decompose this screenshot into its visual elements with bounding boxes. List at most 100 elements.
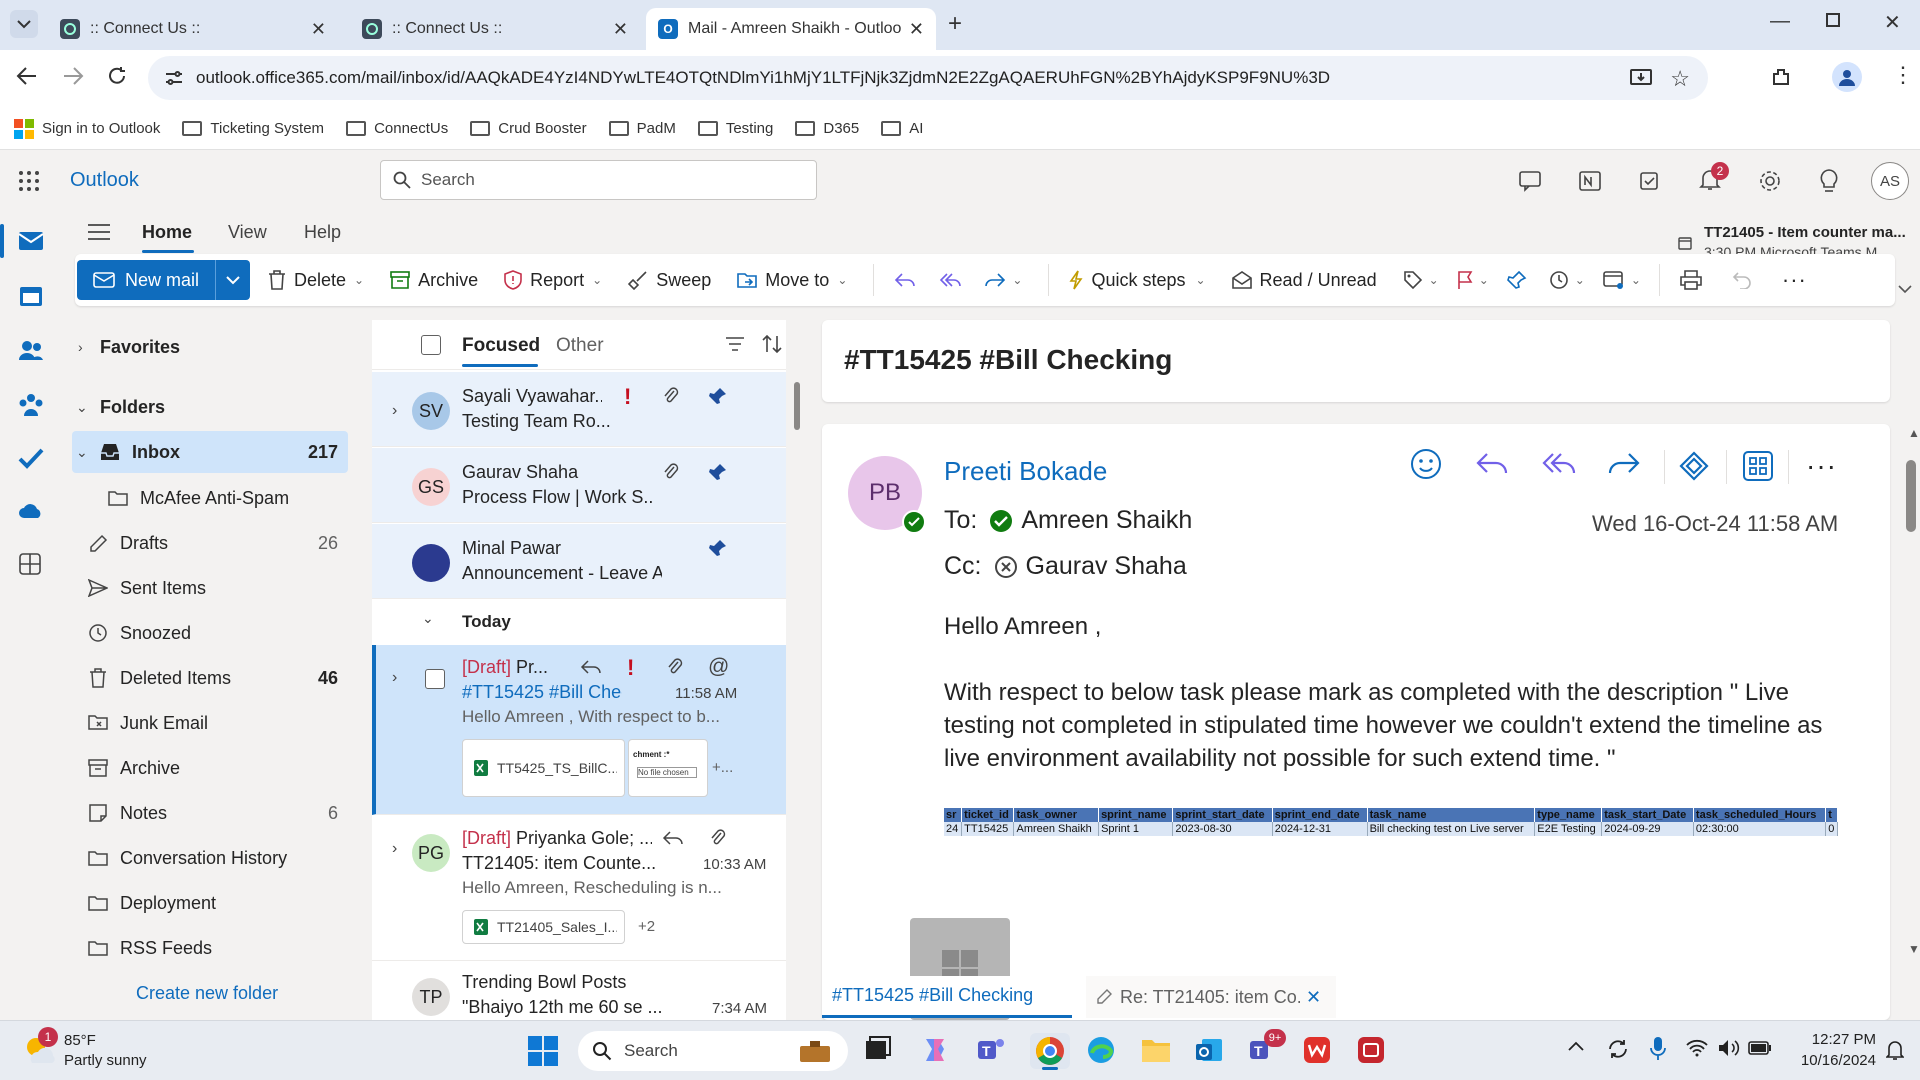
filter-icon[interactable] — [725, 336, 745, 352]
forward-button[interactable]: ⌄ — [984, 272, 1022, 288]
loop-component-icon[interactable] — [1678, 450, 1710, 482]
folders-header[interactable]: ⌄ Folders — [72, 386, 348, 428]
select-all-checkbox[interactable] — [421, 335, 441, 355]
outlook-app-icon[interactable] — [1194, 1035, 1224, 1065]
open-tab-draft[interactable]: Re: TT21405: item Co... ✕ — [1086, 976, 1336, 1018]
archive-button[interactable]: Archive — [390, 270, 478, 291]
address-bar[interactable]: outlook.office365.com/mail/inbox/id/AAQk… — [148, 56, 1708, 100]
close-tab-icon[interactable]: ✕ — [1306, 987, 1321, 1008]
microphone-icon[interactable] — [1650, 1036, 1666, 1062]
close-tab-icon[interactable]: ✕ — [909, 19, 924, 40]
reply-all-button[interactable] — [938, 272, 962, 288]
clock-time[interactable]: 12:27 PM — [1786, 1031, 1876, 1048]
pin-button[interactable] — [1506, 270, 1527, 290]
settings-gear-icon[interactable] — [1758, 169, 1782, 193]
chevron-down-icon[interactable]: ⌄ — [1479, 273, 1489, 287]
browser-tab-active[interactable]: O Mail - Amreen Shaikh - Outlook ✕ — [646, 8, 936, 50]
people-icon[interactable] — [18, 338, 44, 362]
more-attachments-count[interactable]: +2 — [638, 918, 655, 935]
reply-button[interactable] — [894, 272, 916, 288]
reload-icon[interactable] — [106, 65, 128, 87]
bookmark-sign-in-outlook[interactable]: Sign in to Outlook — [14, 118, 160, 139]
app-launcher-icon[interactable] — [18, 170, 40, 192]
emoji-reaction-icon[interactable] — [1410, 448, 1442, 480]
folder-inbox[interactable]: ⌄ Inbox 217 — [72, 431, 348, 473]
reply-icon[interactable] — [1476, 452, 1508, 478]
app-name[interactable]: Outlook — [70, 169, 139, 192]
favorites-header[interactable]: › Favorites — [72, 326, 348, 368]
more-apps-icon[interactable] — [18, 552, 42, 576]
clock-date[interactable]: 10/16/2024 — [1786, 1052, 1876, 1069]
weather-widget[interactable]: 1 85°F Partly sunny — [22, 1027, 147, 1069]
volume-icon[interactable] — [1718, 1038, 1740, 1058]
new-tab-icon[interactable]: + — [948, 10, 962, 38]
tab-search-button[interactable] — [10, 10, 38, 38]
folder-snoozed[interactable]: Snoozed — [72, 612, 348, 654]
back-icon[interactable] — [16, 66, 38, 86]
expand-thread-icon[interactable]: › — [392, 669, 397, 687]
pin-icon[interactable] — [708, 386, 728, 406]
mail-icon[interactable] — [18, 228, 44, 252]
sync-icon[interactable] — [1606, 1037, 1630, 1061]
browser-tab[interactable]: :: Connect Us :: ✕ — [48, 8, 338, 50]
close-window-icon[interactable]: ✕ — [1884, 10, 1901, 35]
list-item[interactable]: TP Trending Bowl Posts "Bhaiyo 12th me 6… — [372, 962, 786, 1020]
attachment-chip[interactable]: TT5425_TS_BillC... — [462, 739, 625, 797]
create-new-folder-link[interactable]: Create new folder — [72, 972, 348, 1014]
expand-thread-icon[interactable]: › — [392, 402, 397, 420]
install-app-icon[interactable] — [1630, 68, 1652, 88]
folder-deleted-items[interactable]: Deleted Items 46 — [72, 657, 348, 699]
battery-icon[interactable] — [1748, 1041, 1772, 1055]
tag-button[interactable]: ⌄ — [1403, 270, 1439, 290]
chevron-down-icon[interactable]: ⌄ — [592, 273, 602, 287]
folder-mcafee-anti-spam[interactable]: McAfee Anti-Spam — [72, 477, 348, 519]
pin-icon[interactable] — [708, 462, 728, 482]
snooze-button[interactable]: ⌄ — [1549, 270, 1585, 290]
policy-button[interactable]: ⌄ — [1603, 270, 1641, 290]
tab-view[interactable]: View — [228, 222, 267, 243]
delete-button[interactable]: Delete ⌄ — [268, 270, 364, 291]
folder-sent-items[interactable]: Sent Items — [72, 567, 348, 609]
restore-icon[interactable] — [1826, 13, 1840, 27]
ribbon-expand-chevron-icon[interactable] — [1898, 284, 1912, 294]
print-button[interactable] — [1680, 270, 1702, 290]
bookmark-folder[interactable]: ConnectUs — [346, 120, 448, 137]
chevron-down-icon[interactable]: ⌄ — [1012, 273, 1022, 287]
notification-center-icon[interactable] — [1886, 1039, 1904, 1061]
site-info-icon[interactable] — [164, 70, 184, 86]
folder-rss-feeds[interactable]: RSS Feeds — [72, 927, 348, 969]
chevron-down-icon[interactable]: ⌄ — [837, 273, 847, 287]
tips-lightbulb-icon[interactable] — [1818, 168, 1840, 194]
chevron-down-icon[interactable]: ⌄ — [1631, 273, 1641, 287]
cc-name[interactable]: Gaurav Shaha — [1026, 552, 1187, 581]
recipient-name[interactable]: Amreen Shaikh — [1021, 506, 1192, 535]
other-tab[interactable]: Other — [556, 335, 604, 357]
reading-scrollbar[interactable] — [1906, 460, 1916, 532]
sweep-button[interactable]: Sweep — [628, 270, 711, 291]
folder-junk-email[interactable]: Junk Email — [72, 702, 348, 744]
task-view-icon[interactable] — [864, 1035, 892, 1063]
edge-icon[interactable] — [1086, 1035, 1116, 1065]
chevron-down-icon[interactable]: ⌄ — [1429, 273, 1439, 287]
chevron-down-icon[interactable]: ⌄ — [354, 273, 364, 287]
scroll-up-icon[interactable]: ▲ — [1908, 426, 1920, 440]
my-day-icon[interactable] — [1638, 170, 1662, 192]
folder-deployment[interactable]: Deployment — [72, 882, 348, 924]
move-to-button[interactable]: Move to ⌄ — [737, 270, 847, 291]
apps-icon[interactable] — [1742, 450, 1774, 482]
onedrive-cloud-icon[interactable] — [18, 500, 44, 520]
extensions-icon[interactable] — [1770, 66, 1792, 88]
tab-home[interactable]: Home — [142, 222, 192, 243]
search-input[interactable]: Search — [380, 160, 817, 200]
list-item-selected[interactable]: › [Draft] Pr... ! @ #TT15425 #Bill Check… — [372, 645, 786, 815]
reply-all-icon[interactable] — [1542, 452, 1576, 478]
chrome-taskbar-button[interactable] — [1030, 1033, 1070, 1070]
windows-start-icon[interactable] — [528, 1036, 558, 1066]
select-checkbox[interactable] — [425, 669, 445, 689]
teams-icon[interactable]: T — [976, 1035, 1006, 1065]
close-tab-icon[interactable]: ✕ — [613, 19, 628, 40]
folder-archive[interactable]: Archive — [72, 747, 348, 789]
sort-icon[interactable] — [762, 334, 782, 354]
close-tab-icon[interactable]: ✕ — [311, 19, 326, 40]
todo-check-icon[interactable] — [18, 446, 44, 470]
